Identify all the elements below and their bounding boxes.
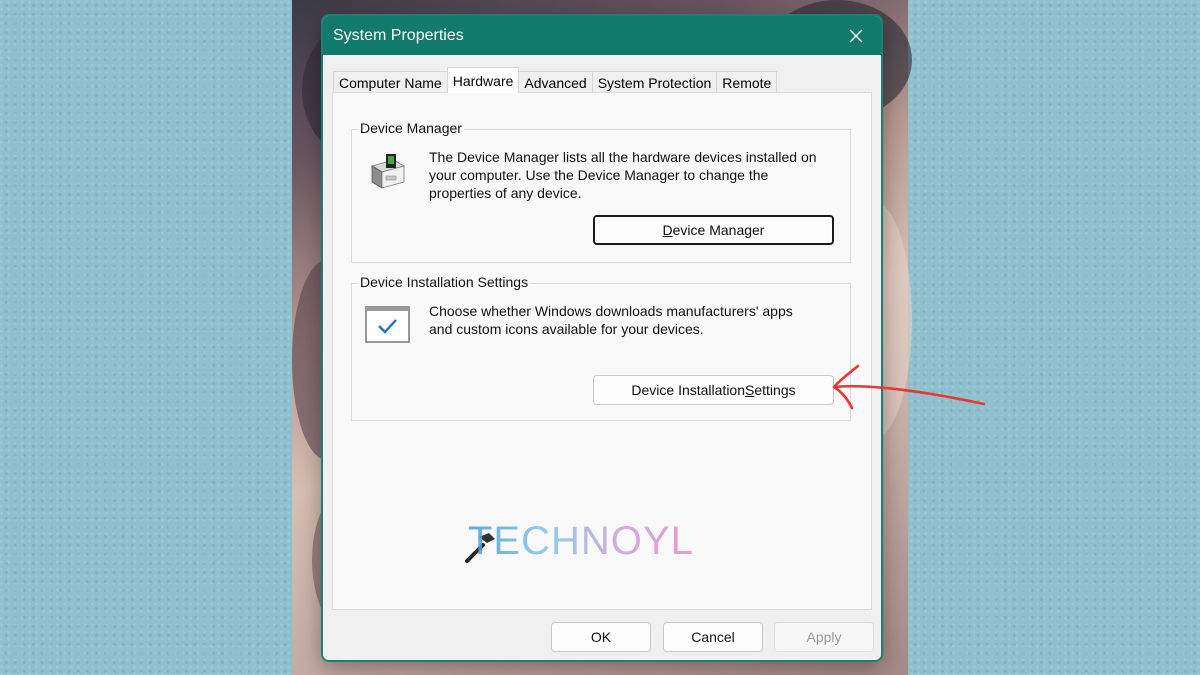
tab-strip: Computer Name Hardware Advanced System P… <box>333 67 778 93</box>
dialog-footer: OK Cancel Apply <box>323 612 881 660</box>
device-installation-group-label: Device Installation Settings <box>358 274 531 290</box>
device-installation-description-line-1: Choose whether Windows downloads manufac… <box>429 303 793 319</box>
tab-computer-name[interactable]: Computer Name <box>333 71 448 93</box>
watermark-text: TECHNOYL <box>468 519 694 563</box>
system-properties-dialog: System Properties Computer Name Hardware… <box>321 14 883 662</box>
device-manager-icon <box>370 154 406 189</box>
red-arrow-icon <box>832 364 986 410</box>
device-installation-group: Device Installation Settings Choose whet… <box>351 274 851 421</box>
device-installation-description-line-2: and custom icons available for your devi… <box>429 321 704 337</box>
device-manager-description-line-3: properties of any device. <box>429 185 582 201</box>
device-manager-description-line-2: your computer. Use the Device Manager to… <box>429 167 769 183</box>
device-manager-group: Device Manager The Device Manager lists … <box>351 120 851 263</box>
title-bar: System Properties <box>323 16 881 55</box>
device-manager-group-label: Device Manager <box>358 120 464 136</box>
tab-advanced[interactable]: Advanced <box>518 71 593 93</box>
cancel-button[interactable]: Cancel <box>663 622 763 652</box>
hardware-tab-panel: Device Manager The Device Manager lists … <box>332 92 872 610</box>
checkbox-window-icon <box>365 306 410 343</box>
apply-button[interactable]: Apply <box>774 622 874 652</box>
tab-hardware[interactable]: Hardware <box>446 67 520 93</box>
device-manager-button[interactable]: Device Manager <box>593 215 834 245</box>
close-icon <box>849 29 863 43</box>
tab-system-protection[interactable]: System Protection <box>591 71 718 93</box>
device-manager-description-line-1: The Device Manager lists all the hardwar… <box>429 149 817 165</box>
close-button[interactable] <box>841 22 871 50</box>
ok-button[interactable]: OK <box>551 622 651 652</box>
device-installation-settings-button[interactable]: Device Installation Settings <box>593 375 834 405</box>
tab-remote[interactable]: Remote <box>716 71 778 93</box>
window-title: System Properties <box>333 26 464 44</box>
